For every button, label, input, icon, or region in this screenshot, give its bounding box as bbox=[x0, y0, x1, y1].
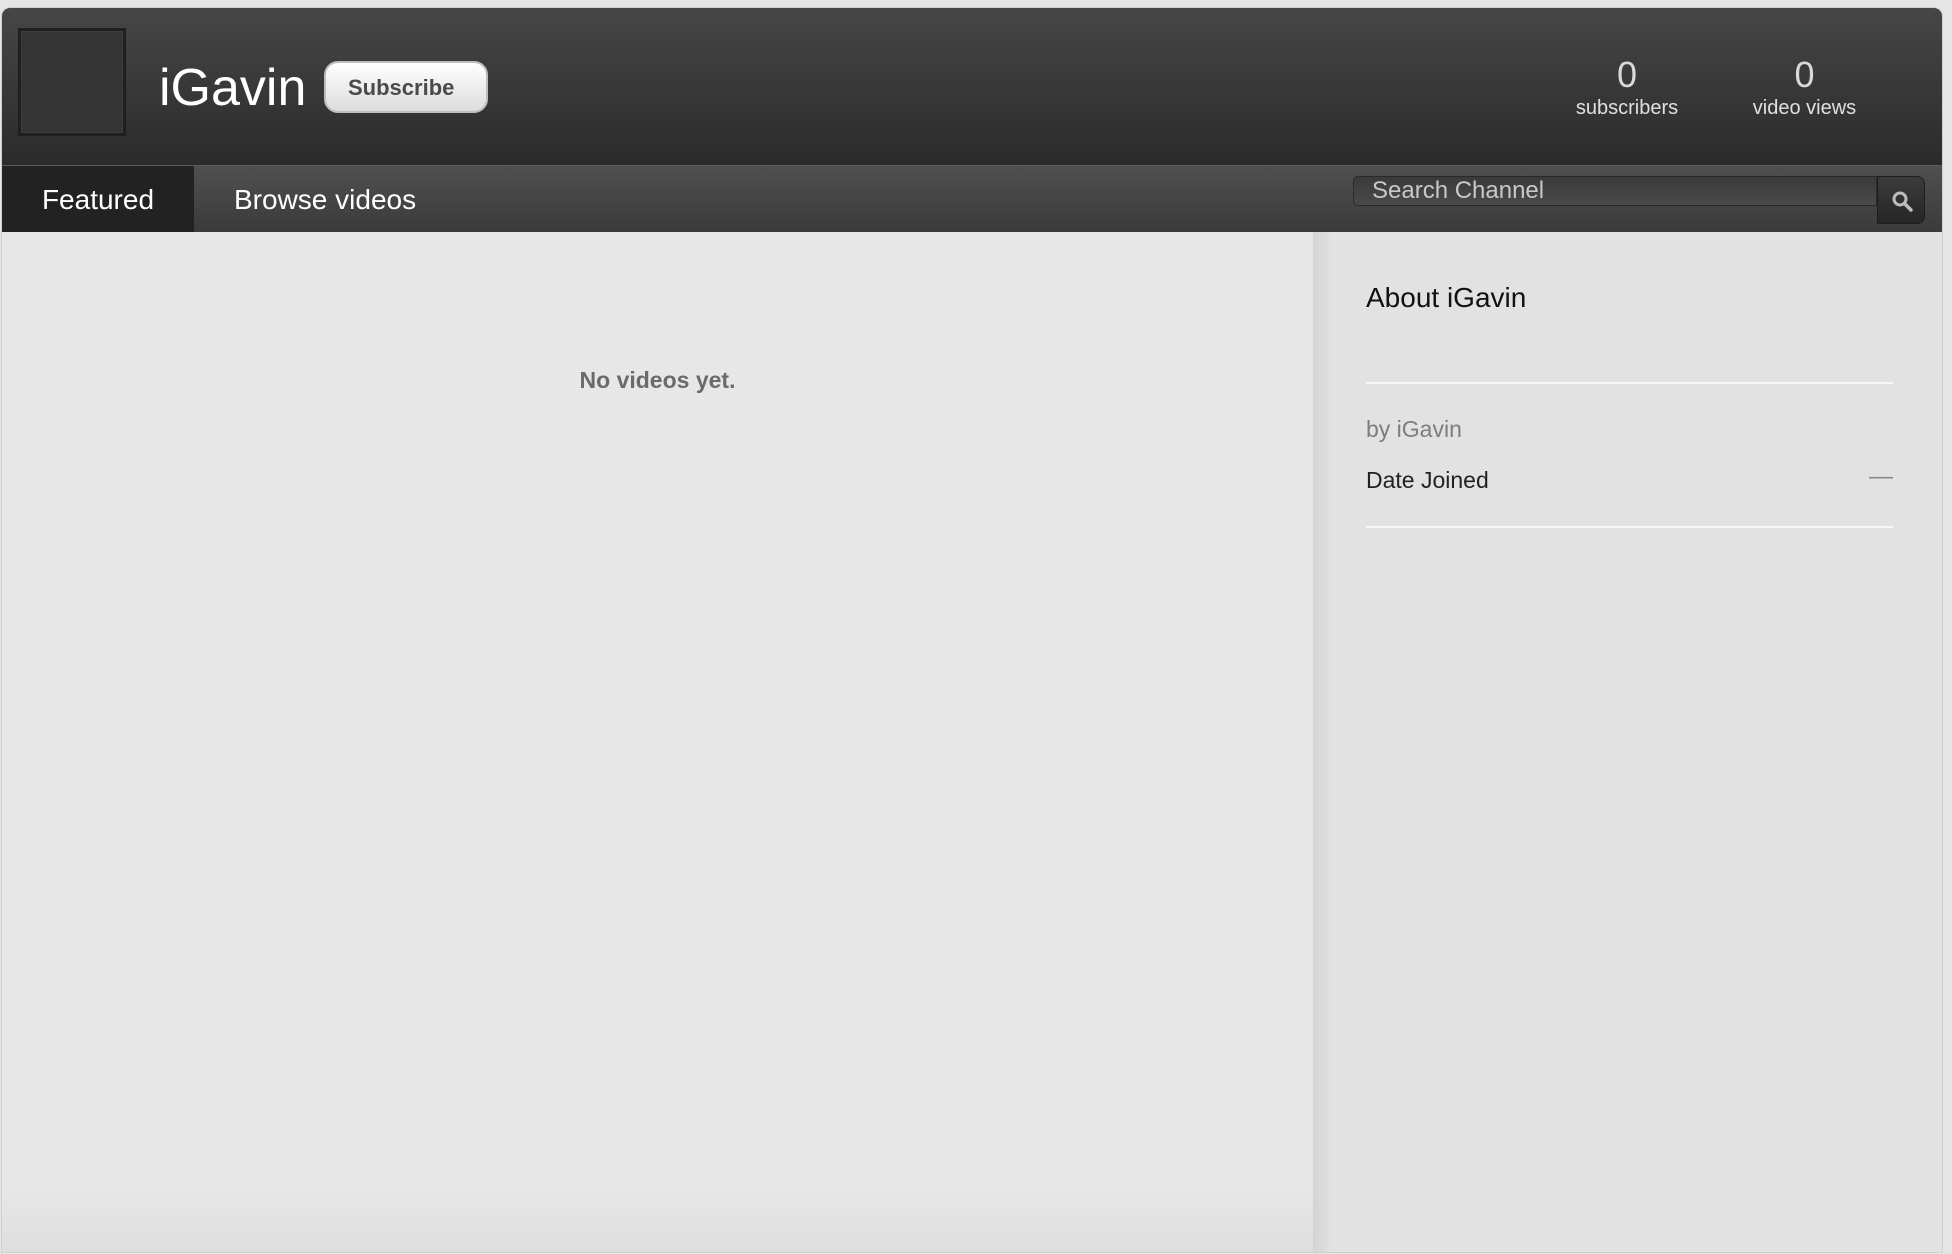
divider bbox=[1366, 382, 1893, 384]
video-views-count: 0 bbox=[1794, 54, 1815, 95]
search-input[interactable] bbox=[1353, 176, 1877, 206]
divider bbox=[1366, 526, 1893, 528]
video-views-stat: 0 video views bbox=[1742, 55, 1867, 121]
channel-nav: Featured Browse videos bbox=[2, 165, 1942, 233]
tab-featured[interactable]: Featured bbox=[2, 166, 194, 233]
featured-content: No videos yet. bbox=[2, 232, 1313, 1252]
date-joined-label: Date Joined bbox=[1366, 467, 1489, 493]
about-sidebar: About iGavin by iGavin Date Joined — bbox=[1313, 232, 1942, 1252]
by-line: by iGavin bbox=[1366, 416, 1462, 442]
subscribers-label: subscribers bbox=[1575, 97, 1679, 119]
search-icon bbox=[1892, 191, 1913, 212]
video-views-label: video views bbox=[1752, 97, 1857, 119]
channel-avatar[interactable] bbox=[18, 28, 126, 136]
subscribe-button[interactable]: Subscribe bbox=[324, 61, 488, 113]
channel-search bbox=[1353, 176, 1925, 224]
date-joined-value: — bbox=[1869, 463, 1893, 490]
about-title: About iGavin bbox=[1366, 282, 1527, 313]
subscribers-count: 0 bbox=[1616, 54, 1638, 95]
channel-title: iGavin bbox=[159, 59, 307, 117]
channel-page: iGavin Subscribe 0 subscribers 0 video v… bbox=[2, 8, 1942, 1252]
tab-browse-videos[interactable]: Browse videos bbox=[234, 166, 416, 233]
channel-header: iGavin Subscribe 0 subscribers 0 video v… bbox=[2, 8, 1942, 165]
empty-videos-message: No videos yet. bbox=[579, 367, 736, 393]
subscribers-stat: 0 subscribers bbox=[1572, 55, 1682, 121]
search-button[interactable] bbox=[1877, 176, 1925, 224]
